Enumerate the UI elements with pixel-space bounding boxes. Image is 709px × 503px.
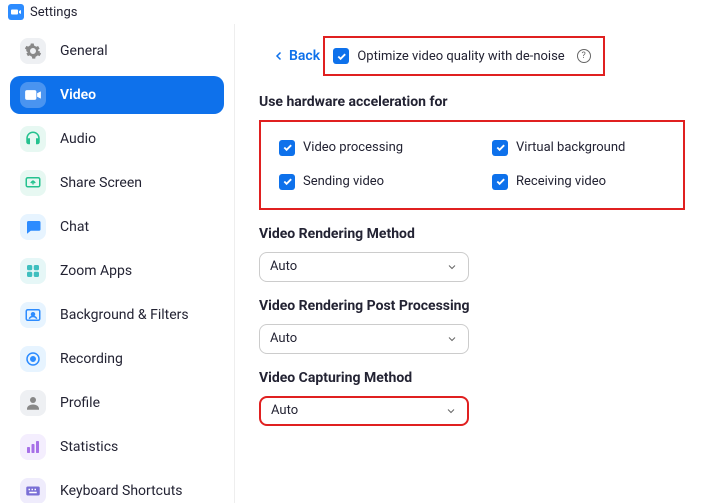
optimize-checkbox[interactable] [333,48,349,64]
sidebar-label: Audio [60,131,96,147]
sidebar-label: Zoom Apps [60,263,132,279]
sidebar-item-background-filters[interactable]: Background & Filters [10,296,224,334]
sidebar-label: Statistics [60,439,118,455]
sidebar-label: Keyboard Shortcuts [60,483,183,499]
hw-sending-video[interactable]: Sending video [279,170,452,194]
sidebar-item-profile[interactable]: Profile [10,384,224,422]
rendering-post-value: Auto [270,331,297,346]
capturing-method-title: Video Capturing Method [259,370,685,386]
titlebar: Settings [0,0,709,24]
sidebar-item-audio[interactable]: Audio [10,120,224,158]
sidebar-label: Share Screen [60,175,142,191]
headphones-icon [20,126,46,152]
rendering-method-value: Auto [270,259,297,274]
recording-icon [20,346,46,372]
sidebar: General Video Audio Share Screen Chat [0,24,235,503]
window-title: Settings [30,5,77,20]
sidebar-item-recording[interactable]: Recording [10,340,224,378]
checkbox-sending-video[interactable] [279,174,295,190]
sidebar-label: General [60,43,108,59]
chevron-down-icon [446,333,458,345]
sidebar-item-share-screen[interactable]: Share Screen [10,164,224,202]
hw-label: Video processing [303,140,403,155]
zoom-app-icon [8,4,24,20]
back-label: Back [289,48,320,64]
checkbox-video-processing[interactable] [279,140,295,156]
apps-icon [20,258,46,284]
sidebar-label: Profile [60,395,100,411]
checkbox-virtual-background[interactable] [492,140,508,156]
background-icon [20,302,46,328]
sidebar-label: Background & Filters [60,307,189,323]
sidebar-item-chat[interactable]: Chat [10,208,224,246]
sidebar-item-general[interactable]: General [10,32,224,70]
rendering-post-title: Video Rendering Post Processing [259,298,685,314]
sidebar-label: Chat [60,219,89,235]
hw-receiving-video[interactable]: Receiving video [492,170,665,194]
optimize-label: Optimize video quality with de-noise [357,49,564,64]
sidebar-item-video[interactable]: Video [10,76,224,114]
gear-icon [20,38,46,64]
help-icon[interactable]: ? [577,49,591,63]
hw-video-processing[interactable]: Video processing [279,136,452,160]
optimize-row[interactable]: Optimize video quality with de-noise ? [333,44,590,68]
video-icon [20,82,46,108]
checkbox-receiving-video[interactable] [492,174,508,190]
chat-icon [20,214,46,240]
sidebar-item-keyboard-shortcuts[interactable]: Keyboard Shortcuts [10,472,224,503]
chevron-down-icon [446,261,458,273]
main-panel: Back Optimize video quality with de-nois… [235,24,709,503]
chevron-down-icon [445,405,457,417]
rendering-method-select[interactable]: Auto [259,252,469,282]
sidebar-label: Recording [60,351,123,367]
back-button[interactable]: Back [273,48,320,64]
capturing-method-select[interactable]: Auto [259,396,469,426]
sidebar-item-zoom-apps[interactable]: Zoom Apps [10,252,224,290]
chevron-left-icon [273,50,285,62]
profile-icon [20,390,46,416]
hw-virtual-background[interactable]: Virtual background [492,136,665,160]
hw-label: Receiving video [516,174,606,189]
hw-accel-title: Use hardware acceleration for [259,94,685,110]
capturing-method-value: Auto [271,403,298,418]
hw-label: Virtual background [516,140,625,155]
rendering-post-select[interactable]: Auto [259,324,469,354]
sidebar-label: Video [60,87,96,103]
keyboard-icon [20,478,46,503]
statistics-icon [20,434,46,460]
rendering-method-title: Video Rendering Method [259,226,685,242]
annotation-box-hw-accel: Video processing Virtual background Send… [259,120,685,210]
share-screen-icon [20,170,46,196]
sidebar-item-statistics[interactable]: Statistics [10,428,224,466]
check-icon [336,51,347,62]
annotation-box-optimize: Optimize video quality with de-noise ? [323,36,604,76]
hw-label: Sending video [303,174,384,189]
